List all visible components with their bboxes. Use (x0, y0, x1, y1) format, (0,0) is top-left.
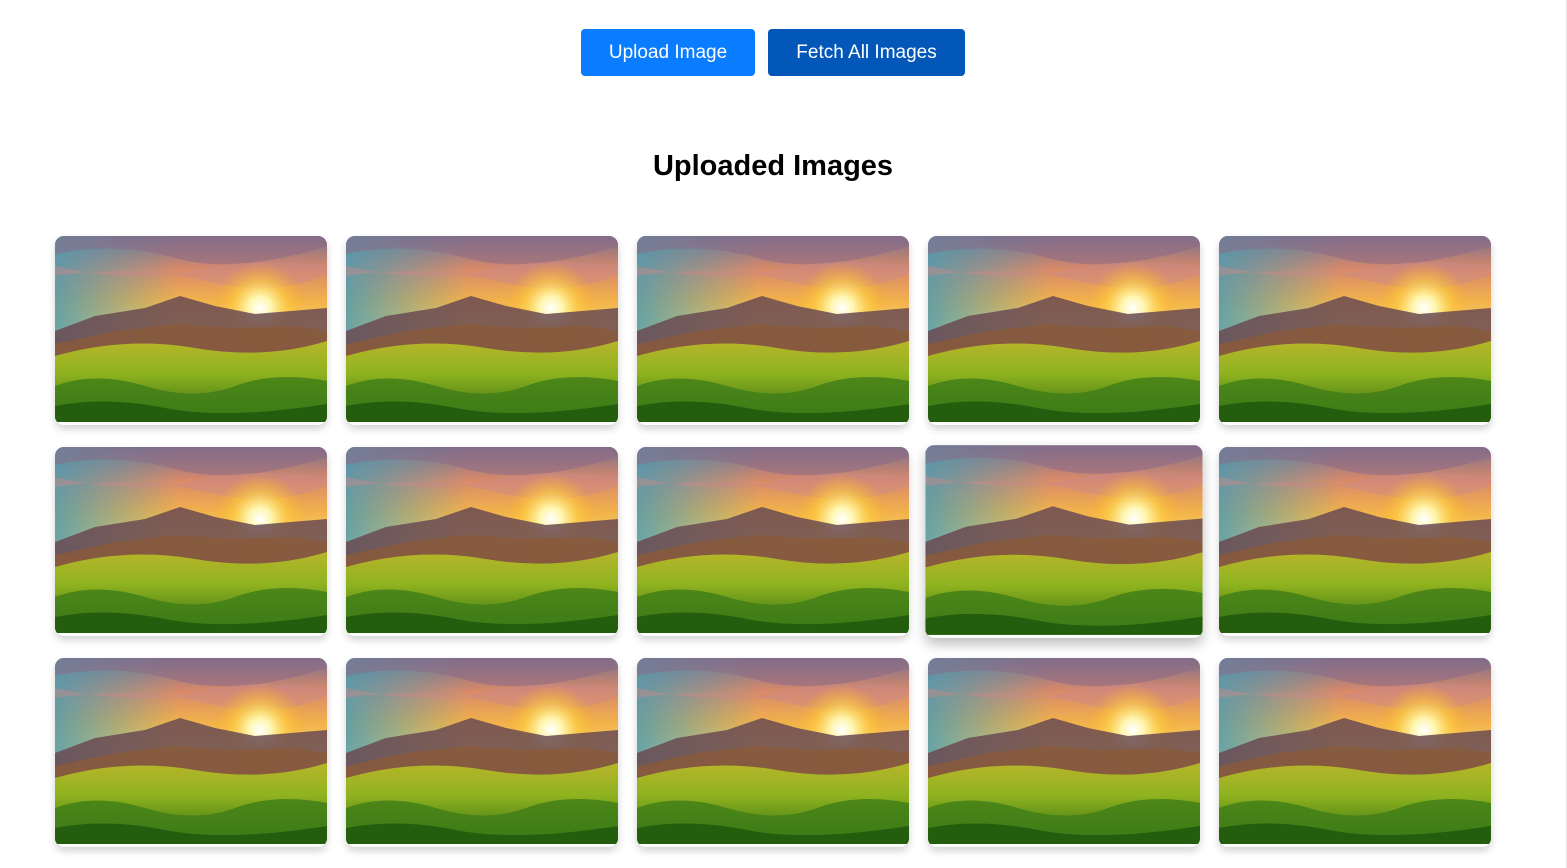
sunset-landscape-image (1219, 658, 1491, 844)
sunset-landscape-image (1219, 236, 1491, 422)
gallery-image-card[interactable] (637, 236, 909, 425)
gallery-image-card[interactable] (928, 658, 1200, 847)
gallery-image-card[interactable] (55, 658, 327, 847)
sunset-landscape-image (346, 447, 618, 633)
sunset-landscape-image (1219, 447, 1491, 633)
gallery-image-card[interactable] (55, 447, 327, 636)
sunset-landscape-image (55, 236, 327, 422)
gallery-image-card[interactable] (925, 445, 1203, 638)
gallery-image-card[interactable] (55, 236, 327, 425)
gallery-image-card[interactable] (1219, 658, 1491, 847)
sunset-landscape-image (925, 445, 1203, 635)
page: Upload Image Fetch All Images Uploaded I… (0, 0, 1567, 868)
upload-image-button[interactable]: Upload Image (581, 29, 755, 76)
gallery-image-card[interactable] (346, 658, 618, 847)
image-grid (55, 236, 1491, 847)
sunset-landscape-image (637, 447, 909, 633)
gallery-image-card[interactable] (346, 236, 618, 425)
gallery-image-card[interactable] (928, 236, 1200, 425)
gallery-title: Uploaded Images (652, 150, 894, 182)
gallery-image-card[interactable] (346, 447, 618, 636)
sunset-landscape-image (346, 236, 618, 422)
gallery-image-card[interactable] (1219, 447, 1491, 636)
sunset-landscape-image (346, 658, 618, 844)
gallery-image-card[interactable] (1219, 236, 1491, 425)
gallery-image-card[interactable] (637, 447, 909, 636)
sunset-landscape-image (928, 236, 1200, 422)
sunset-landscape-image (55, 447, 327, 633)
toolbar: Upload Image Fetch All Images (0, 29, 1546, 76)
gallery-image-card[interactable] (637, 658, 909, 847)
sunset-landscape-image (637, 236, 909, 422)
sunset-landscape-image (55, 658, 327, 844)
fetch-all-images-button[interactable]: Fetch All Images (768, 29, 965, 76)
sunset-landscape-image (637, 658, 909, 844)
sunset-landscape-image (928, 658, 1200, 844)
